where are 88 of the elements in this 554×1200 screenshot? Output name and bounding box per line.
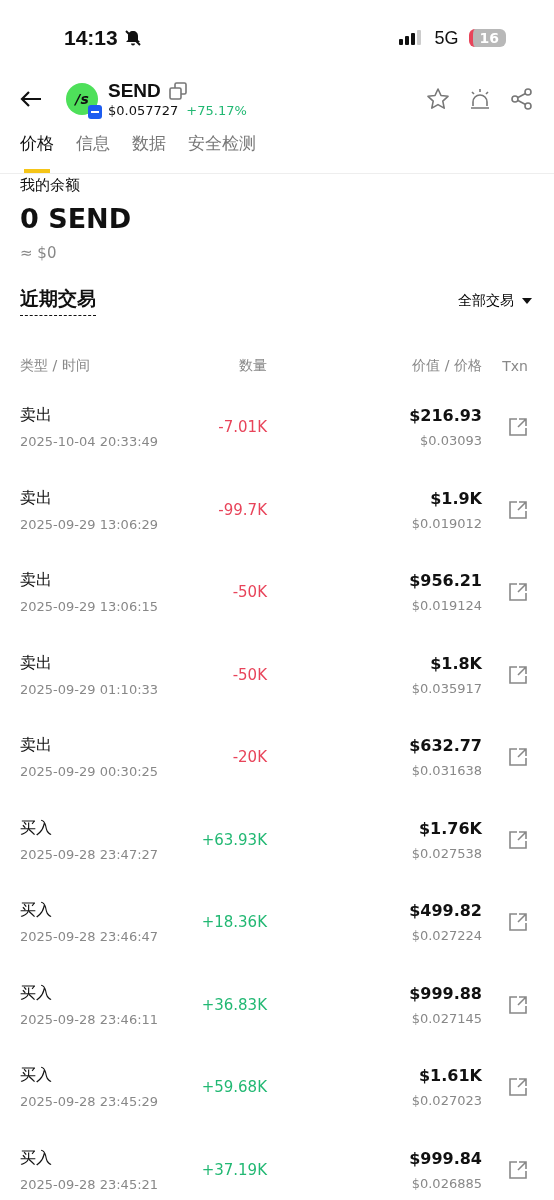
- trade-type: 买入: [20, 1147, 53, 1169]
- external-link-icon[interactable]: [508, 747, 528, 768]
- balance-label: 我的余额: [20, 176, 81, 195]
- trade-amount: +37.19K: [200, 1160, 267, 1179]
- trade-time: 2025-09-28 23:46:47: [20, 929, 160, 945]
- filter-dropdown[interactable]: 全部交易: [458, 292, 532, 310]
- trade-price: $0.027023: [411, 1093, 482, 1109]
- chain-badge-icon: [88, 105, 102, 119]
- external-link-icon[interactable]: [508, 499, 528, 520]
- trade-price: $0.027145: [411, 1010, 482, 1026]
- bell-muted-icon: [123, 29, 142, 47]
- external-link-icon[interactable]: [508, 417, 528, 438]
- column-header: 价值 / 价格: [411, 357, 482, 375]
- status-time: 14:13: [64, 26, 118, 50]
- trade-amount: +36.83K: [200, 995, 267, 1014]
- external-link-icon[interactable]: [508, 582, 528, 603]
- tab[interactable]: 安全检测: [180, 126, 264, 173]
- trade-time: 2025-09-28 23:46:11: [20, 1011, 160, 1027]
- trade-price: $0.019124: [411, 598, 482, 614]
- token-price: $0.057727: [108, 103, 179, 118]
- trade-value: $1.76K: [419, 818, 482, 838]
- external-link-icon[interactable]: [508, 912, 528, 933]
- trade-amount: -20K: [231, 748, 267, 767]
- trade-type: 卖出: [20, 405, 53, 427]
- trade-value: $499.82: [409, 901, 482, 921]
- trade-value: $632.77: [409, 736, 482, 756]
- trade-time: 2025-09-29 13:06:15: [20, 599, 160, 615]
- section-title: 近期交易: [20, 286, 96, 316]
- trade-price: $0.026885: [411, 1175, 482, 1191]
- balance-amount: 0 SEND: [20, 203, 133, 234]
- token-logo: /s: [66, 83, 98, 115]
- external-link-icon[interactable]: [508, 664, 528, 685]
- network-label: 5G: [434, 27, 459, 49]
- battery-indicator: 16: [468, 29, 506, 47]
- share-icon[interactable]: [510, 87, 534, 111]
- trade-type: 买入: [20, 982, 53, 1004]
- trade-price: $0.03093: [419, 433, 482, 449]
- token-symbol: SEND: [108, 80, 161, 102]
- trade-value: $999.88: [409, 983, 482, 1003]
- tab[interactable]: 数据: [124, 126, 174, 173]
- external-link-icon[interactable]: [508, 994, 528, 1015]
- external-link-icon[interactable]: [508, 1159, 528, 1180]
- trade-amount: -99.7K: [217, 500, 267, 519]
- trade-type: 买入: [20, 900, 53, 922]
- star-icon[interactable]: [426, 87, 450, 111]
- back-arrow-icon[interactable]: [20, 90, 42, 108]
- trade-type: 买入: [20, 1065, 53, 1087]
- trade-value: $216.93: [409, 406, 482, 426]
- copy-icon[interactable]: [168, 82, 187, 100]
- trade-amount: +63.93K: [200, 830, 267, 849]
- column-header: 类型 / 时间: [20, 357, 91, 375]
- trade-time: 2025-09-28 23:45:29: [20, 1094, 160, 1110]
- tab[interactable]: 信息: [68, 126, 118, 173]
- external-link-icon[interactable]: [508, 829, 528, 850]
- trade-type: 卖出: [20, 735, 53, 757]
- trade-value: $956.21: [409, 571, 482, 591]
- tab[interactable]: 价格: [12, 126, 62, 173]
- trade-time: 2025-09-29 13:06:29: [20, 516, 160, 532]
- alarm-icon[interactable]: [468, 87, 492, 111]
- trade-type: 买入: [20, 817, 53, 839]
- trade-type: 卖出: [20, 487, 53, 509]
- trade-amount: -7.01K: [217, 418, 267, 437]
- trade-value: $1.61K: [419, 1066, 482, 1086]
- trade-type: 卖出: [20, 652, 53, 674]
- trade-price: $0.027224: [411, 928, 482, 944]
- trade-value: $1.9K: [430, 488, 482, 508]
- trade-value: $1.8K: [430, 653, 482, 673]
- trade-time: 2025-09-28 23:47:27: [20, 846, 160, 862]
- column-header: Txn: [501, 358, 528, 374]
- caret-icon: [522, 297, 532, 305]
- trade-time: 2025-09-28 23:45:21: [20, 1176, 160, 1192]
- trade-amount: +59.68K: [200, 1078, 267, 1097]
- balance-usd: ≈ $0: [20, 244, 58, 262]
- column-header: 数量: [238, 357, 267, 375]
- trade-type: 卖出: [20, 570, 53, 592]
- trade-time: 2025-10-04 20:33:49: [20, 434, 160, 450]
- trade-price: $0.031638: [411, 763, 482, 779]
- trade-amount: +18.36K: [200, 913, 267, 932]
- price-change: +75.17%: [186, 103, 247, 118]
- trade-price: $0.035917: [411, 680, 482, 696]
- trade-time: 2025-09-29 00:30:25: [20, 764, 160, 780]
- trade-value: $999.84: [409, 1148, 482, 1168]
- trade-amount: -50K: [231, 665, 267, 684]
- trade-price: $0.019012: [411, 515, 482, 531]
- trade-time: 2025-09-29 01:10:33: [20, 681, 160, 697]
- external-link-icon[interactable]: [508, 1077, 528, 1098]
- trade-price: $0.027538: [411, 845, 482, 861]
- trade-amount: -50K: [231, 583, 267, 602]
